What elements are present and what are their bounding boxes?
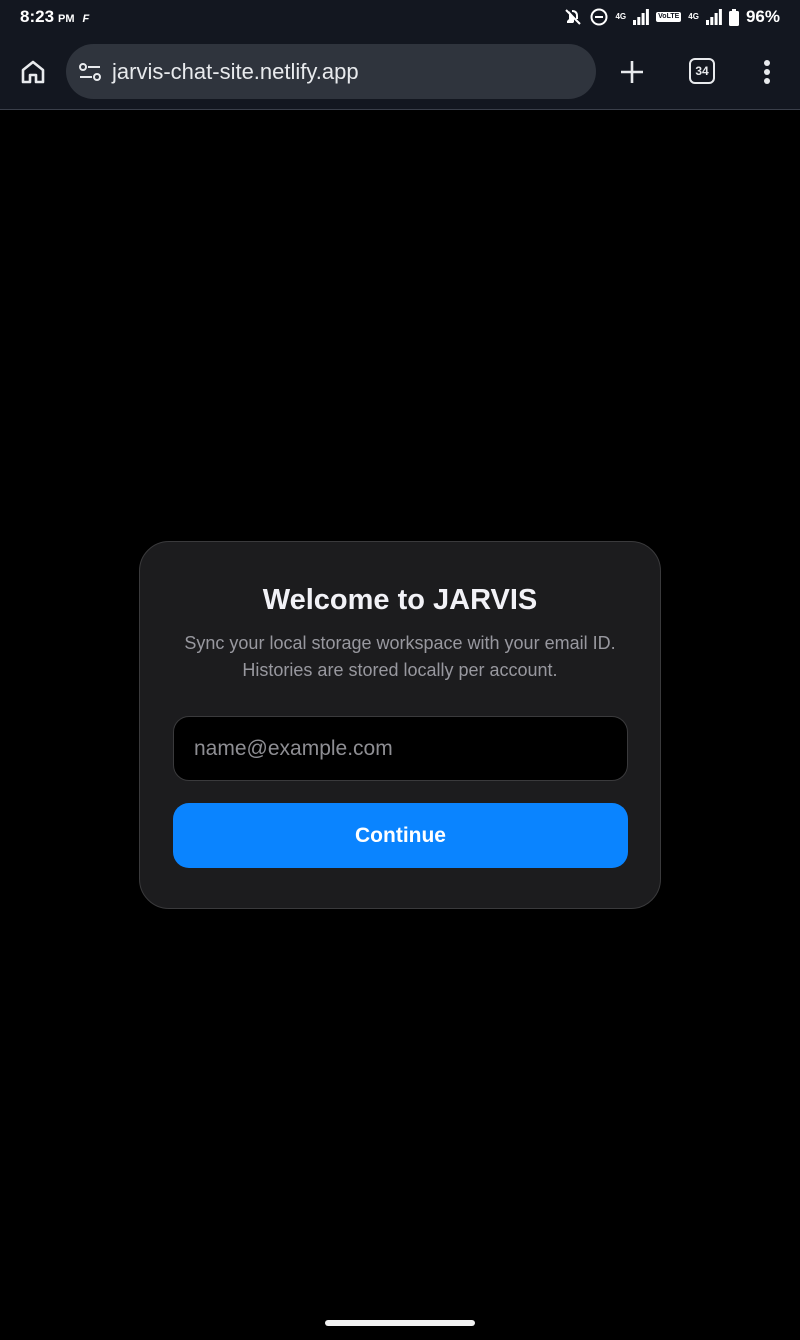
- status-ampm: PM: [58, 13, 75, 25]
- network-1-label: 4G: [615, 12, 627, 21]
- home-button[interactable]: [16, 55, 50, 89]
- volte-badge: VoLTE: [656, 12, 682, 22]
- tab-switcher-button[interactable]: 34: [687, 56, 717, 86]
- continue-button[interactable]: Continue: [173, 803, 628, 868]
- email-input[interactable]: [173, 716, 628, 781]
- new-tab-button[interactable]: [614, 54, 650, 90]
- site-settings-icon[interactable]: [76, 58, 104, 86]
- plus-icon: [621, 61, 643, 83]
- status-left: 8:23 PM F: [20, 7, 89, 27]
- url-text[interactable]: jarvis-chat-site.netlify.app: [112, 59, 359, 85]
- screen: 8:23 PM F 4G VoLTE 4G 96% jarvis-chat-si…: [0, 0, 800, 1340]
- login-description: Sync your local storage workspace with y…: [184, 633, 616, 680]
- battery-percent: 96%: [745, 7, 780, 26]
- mute-icon: [563, 7, 583, 27]
- browser-toolbar: jarvis-chat-site.netlify.app 34: [0, 34, 800, 110]
- home-icon: [21, 60, 45, 84]
- status-bar: 8:23 PM F 4G VoLTE 4G 96%: [0, 0, 800, 34]
- login-card: Welcome to JARVIS Sync your local storag…: [139, 541, 661, 909]
- menu-button[interactable]: [754, 54, 780, 90]
- tab-count: 34: [689, 58, 715, 84]
- gesture-home-indicator[interactable]: [325, 1320, 475, 1326]
- app-indicator: F: [82, 13, 90, 25]
- signal-icon: [705, 9, 722, 25]
- network-2-label: 4G: [688, 12, 699, 21]
- more-vert-icon: [764, 60, 770, 84]
- signal-icon: [633, 9, 650, 25]
- status-time: 8:23: [20, 7, 55, 26]
- status-right: 4G VoLTE 4G 96%: [563, 7, 780, 27]
- battery-icon: [728, 8, 739, 26]
- address-bar[interactable]: jarvis-chat-site.netlify.app: [66, 44, 596, 99]
- dnd-icon: [590, 8, 608, 26]
- login-title: Welcome to JARVIS: [262, 584, 538, 616]
